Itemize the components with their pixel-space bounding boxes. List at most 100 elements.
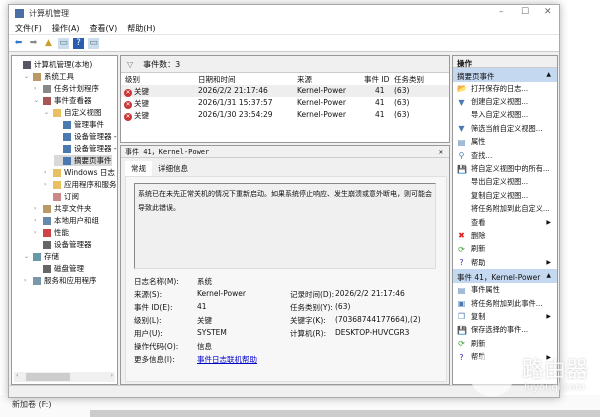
tree-item[interactable]: › 任务计划程序 (34, 83, 99, 94)
action-item[interactable]: ❐ 复制 ▶ (453, 310, 557, 323)
expand-arrow-icon[interactable]: › (34, 217, 40, 224)
show-hide-tree-icon[interactable]: ▭ (58, 37, 69, 49)
expand-arrow-icon[interactable]: ⌄ (24, 253, 30, 260)
action-label: 属性 (471, 137, 486, 147)
tree-item[interactable]: ⌄ 系统工具 (24, 71, 74, 82)
tree-item[interactable]: 设备管理器 - Int (54, 143, 117, 154)
col-event-id[interactable]: 事件 ID (364, 74, 389, 85)
col-task-category[interactable]: 任务类别 (394, 74, 424, 85)
action-item[interactable]: ⟳ 刷新 (453, 243, 557, 256)
filter-icon (63, 156, 71, 165)
event-row[interactable]: ✕ 关键 2026/2/2 21:17:46 Kernel-Power 41 (6… (121, 85, 449, 97)
event-description[interactable]: 系统已在未先正常关机的情况下重新启动。如果系统停止响应、发生崩溃或意外断电，则可… (134, 183, 436, 269)
expand-arrow-icon[interactable]: › (24, 277, 30, 284)
expand-arrow-icon[interactable]: › (34, 205, 40, 212)
action-item[interactable]: ▤ 属性 (453, 136, 557, 149)
tree-item[interactable]: › 本地用户和组 (34, 215, 99, 226)
col-source[interactable]: 来源 (297, 74, 312, 85)
tree-item[interactable]: › 共享文件夹 (34, 203, 92, 214)
filter-icon: ▼ (458, 97, 465, 107)
col-level[interactable]: 级别 (125, 74, 140, 85)
tree-item[interactable]: 摘要页事件 (54, 155, 112, 166)
action-item[interactable]: ▤ 事件属性 (453, 283, 557, 296)
more-info-link[interactable]: 事件日志联机帮助 (197, 354, 257, 365)
collapse-icon[interactable]: ▲ (546, 71, 551, 78)
expand-arrow-icon[interactable]: ⌄ (34, 97, 40, 104)
action-item[interactable]: 💾 将自定义视图中的所有... (453, 162, 557, 175)
expand-arrow-icon[interactable]: ⌄ (44, 109, 50, 116)
level: 关键 (134, 99, 149, 108)
horizontal-scrollbar[interactable]: ‹ › (14, 372, 115, 382)
action-item[interactable]: ▣ 将任务附加到此事件... (453, 297, 557, 310)
section-event-41[interactable]: 事件 41，Kernel-Power ▲ (453, 269, 557, 284)
up-folder-icon[interactable]: ▲ (43, 38, 54, 49)
maximize-button[interactable]: ☐ (521, 7, 529, 17)
action-item[interactable]: ⟳ 刷新 (453, 337, 557, 350)
filter-icon: ▼ (458, 124, 465, 134)
action-item[interactable]: ⚲ 查找... (453, 149, 557, 162)
action-item[interactable]: 📂 打开保存的日志... (453, 82, 557, 95)
forward-icon[interactable]: ➡ (28, 38, 39, 49)
background-drive-label[interactable]: 新加卷 (F:) (12, 399, 51, 410)
expand-arrow-icon[interactable]: › (44, 169, 50, 176)
tree-item[interactable]: 计算机管理(本地) (14, 59, 92, 70)
menu-help[interactable]: 帮助(H) (127, 23, 155, 34)
filter-icon: ▽ (127, 59, 134, 69)
action-item[interactable]: 将任务附加到此自定义... (453, 203, 557, 216)
tree-item[interactable]: › Windows 日志 (44, 167, 115, 178)
action-item[interactable]: 查看 ▶ (453, 216, 557, 229)
menu-file[interactable]: 文件(F) (15, 23, 42, 34)
tree-item[interactable]: › 性能 (34, 227, 69, 238)
tree-item[interactable]: › 应用程序和服务日志 (44, 179, 117, 190)
action-item[interactable]: ▼ 筛选当前自定义视图... (453, 122, 557, 135)
tab-details[interactable]: 详细信息 (152, 161, 194, 176)
action-item[interactable]: 💾 保存选择的事件... (453, 324, 557, 337)
expand-arrow-icon[interactable]: › (34, 229, 40, 236)
expand-arrow-icon[interactable]: › (44, 181, 50, 188)
action-item[interactable]: 复制自定义视图... (453, 189, 557, 202)
submenu-arrow-icon: ▶ (546, 219, 551, 227)
services-icon (33, 276, 41, 285)
event-row[interactable]: ✕ 关键 2026/1/30 23:54:29 Kernel-Power 41 (… (121, 109, 449, 121)
help-icon[interactable]: ? (73, 37, 84, 49)
menu-action[interactable]: 操作(A) (52, 23, 80, 34)
close-detail-icon[interactable]: ✕ (439, 148, 443, 156)
expand-arrow-icon[interactable]: › (34, 85, 40, 92)
col-datetime[interactable]: 日期和时间 (198, 74, 236, 85)
tree-item[interactable]: 管理事件 (54, 119, 104, 130)
computer-icon (23, 60, 31, 69)
show-hide-action-pane-icon[interactable]: ▭ (88, 37, 99, 49)
action-item[interactable]: ? 帮助 ▶ (453, 256, 557, 269)
tree-item[interactable]: 订阅 (44, 191, 79, 202)
section-summary-events[interactable]: 摘要页事件 ▲ (453, 68, 557, 82)
watermark-url: luyouqi.com (524, 382, 586, 393)
menu-view[interactable]: 查看(V) (90, 23, 118, 34)
back-icon[interactable]: ⬅ (13, 38, 24, 49)
tree-item[interactable]: › 服务和应用程序 (24, 275, 97, 286)
action-item[interactable]: 导出自定义视图... (453, 176, 557, 189)
users-icon (43, 216, 51, 225)
tree-item[interactable]: ⌄ 事件查看器 (34, 95, 92, 106)
event-count: 事件数：3 (143, 59, 181, 69)
open-folder-icon: 📂 (457, 84, 467, 94)
tree-item-label: 服务和应用程序 (44, 276, 97, 285)
action-item[interactable]: 导入自定义视图... (453, 109, 557, 122)
tab-general[interactable]: 常规 (125, 161, 152, 176)
event-row[interactable]: ✕ 关键 2026/1/31 15:37:57 Kernel-Power 41 (… (121, 97, 449, 109)
collapse-icon[interactable]: ▲ (546, 272, 551, 279)
tree-item[interactable]: 设备管理器 (34, 239, 92, 250)
tree-item[interactable]: 磁盘管理 (34, 263, 84, 274)
expand-arrow-icon[interactable]: ⌄ (24, 73, 30, 80)
tree-item[interactable]: 设备管理器 - Int (54, 131, 117, 142)
action-label: 刷新 (471, 338, 486, 348)
refresh-icon: ⟳ (458, 244, 465, 254)
close-button[interactable]: ✕ (544, 7, 552, 17)
tree-item[interactable]: ⌄ 自定义视图 (44, 107, 102, 118)
tree-item[interactable]: ⌄ 存储 (24, 251, 59, 262)
performance-icon (43, 228, 51, 237)
action-label: 复制自定义视图... (471, 190, 529, 200)
minimize-button[interactable]: – (499, 7, 504, 17)
action-item[interactable]: ▼ 创建自定义视图... (453, 95, 557, 108)
action-item[interactable]: ✖ 删除 (453, 229, 557, 242)
event-viewer-icon (43, 96, 51, 105)
